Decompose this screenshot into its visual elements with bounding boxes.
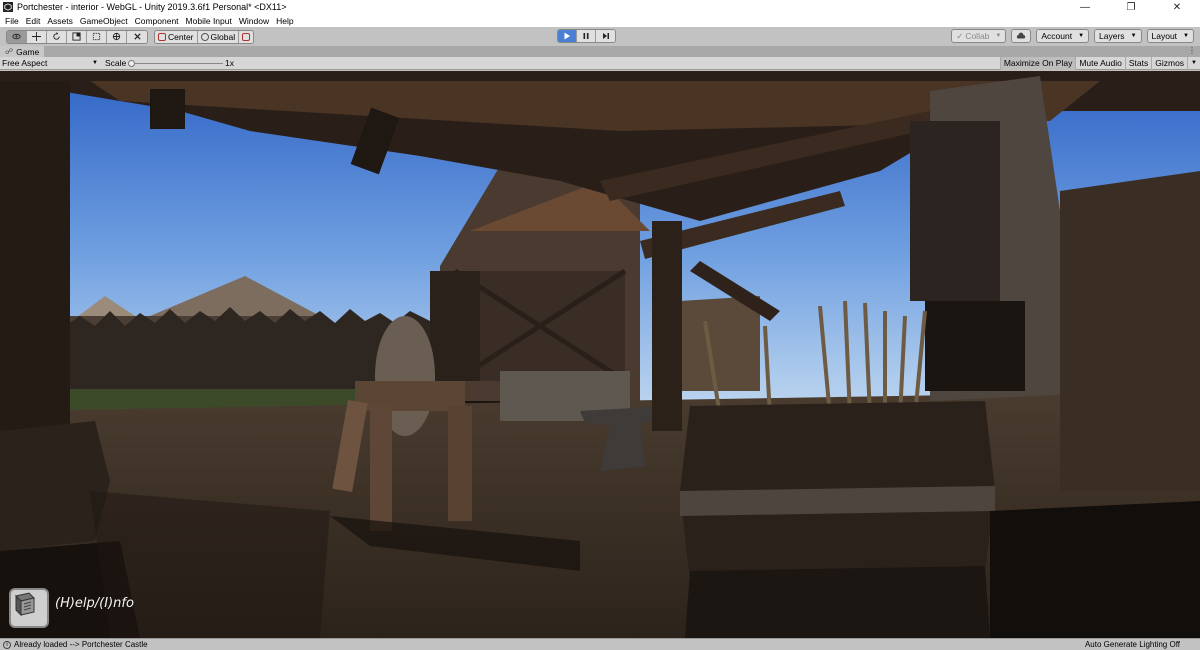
pivot-global-button[interactable]: Global bbox=[197, 30, 240, 43]
gamepad-icon: ☍ bbox=[5, 47, 14, 56]
layout-dropdown[interactable]: Layout ▼ bbox=[1146, 29, 1194, 43]
menu-component[interactable]: Component bbox=[133, 16, 184, 26]
scale-tool-button[interactable] bbox=[67, 30, 87, 43]
game-viewport[interactable]: (H)elp/(I)nfo bbox=[0, 71, 1200, 638]
snap-icon bbox=[242, 32, 251, 41]
pause-icon bbox=[583, 33, 589, 39]
menu-window[interactable]: Window bbox=[237, 16, 274, 26]
step-icon bbox=[602, 33, 609, 39]
barrel bbox=[680, 401, 995, 638]
help-info-label: (H)elp/(I)nfo bbox=[55, 596, 134, 611]
pivot-icon bbox=[158, 32, 166, 41]
globe-icon bbox=[200, 32, 209, 41]
rect-tool-button[interactable] bbox=[87, 30, 107, 43]
snap-toggle-button[interactable] bbox=[239, 30, 254, 43]
menu-help[interactable]: Help bbox=[274, 16, 298, 26]
transform-tools bbox=[6, 29, 148, 44]
maximize-on-play-toggle[interactable]: Maximize On Play bbox=[999, 56, 1076, 70]
move-tool-button[interactable] bbox=[27, 30, 47, 43]
chevron-down-icon: ▼ bbox=[1078, 33, 1085, 39]
rotate-icon bbox=[53, 32, 60, 40]
pivot-center-button[interactable]: Center bbox=[155, 30, 198, 43]
shadow bbox=[90, 491, 330, 638]
book-icon bbox=[15, 592, 35, 617]
unity-logo-icon bbox=[3, 2, 13, 12]
step-button[interactable] bbox=[596, 30, 615, 42]
scale-value: 1x bbox=[225, 58, 234, 68]
scale-slider-track[interactable] bbox=[128, 63, 223, 64]
chevron-down-icon: ▼ bbox=[995, 33, 1002, 39]
rotate-tool-button[interactable] bbox=[47, 30, 67, 43]
restore-button[interactable]: ❐ bbox=[1108, 0, 1154, 14]
game-view-bar: Free Aspect ▼ Scale 1x Maximize On Play … bbox=[0, 56, 1200, 70]
layers-dropdown[interactable]: Layers ▼ bbox=[1094, 29, 1142, 43]
aspect-dropdown[interactable]: Free Aspect ▼ bbox=[2, 58, 98, 68]
fence-right bbox=[680, 296, 760, 391]
play-icon bbox=[564, 32, 570, 40]
collab-label: Collab bbox=[965, 31, 990, 41]
playback-controls bbox=[557, 29, 616, 43]
help-book-icon[interactable] bbox=[9, 588, 49, 628]
menu-mobile-input[interactable]: Mobile Input bbox=[184, 16, 237, 26]
chevron-down-icon: ▼ bbox=[1130, 33, 1137, 39]
cloud-icon bbox=[1017, 32, 1026, 39]
tab-strip: ☍ Game ⋮ bbox=[0, 46, 1200, 57]
close-button[interactable]: ✕ bbox=[1154, 0, 1200, 14]
tab-game-label: Game bbox=[16, 46, 40, 57]
menu-assets[interactable]: Assets bbox=[45, 16, 78, 26]
pivot-toggles: Center Global bbox=[154, 29, 255, 44]
scale-slider-handle[interactable] bbox=[128, 60, 135, 67]
move-icon bbox=[32, 32, 41, 41]
menu-edit[interactable]: Edit bbox=[24, 16, 46, 26]
menu-file[interactable]: File bbox=[3, 16, 24, 26]
lighting-status: Auto Generate Lighting Off bbox=[1084, 640, 1180, 649]
status-bar: i Already loaded --> Portchester Castle … bbox=[0, 638, 1200, 650]
custom-tool-button[interactable] bbox=[127, 30, 147, 43]
chevron-down-icon: ▼ bbox=[92, 60, 98, 66]
cloud-button[interactable] bbox=[1011, 29, 1032, 43]
transform-icon bbox=[112, 32, 121, 41]
collab-dropdown[interactable]: ✓ Collab ▼ bbox=[951, 29, 1007, 43]
menu-bar: File Edit Assets GameObject Component Mo… bbox=[0, 14, 1200, 27]
center-post bbox=[652, 221, 682, 431]
view-tool-button[interactable] bbox=[7, 30, 27, 43]
scene-render bbox=[0, 71, 1200, 638]
account-dropdown[interactable]: Account ▼ bbox=[1036, 29, 1090, 43]
layout-label: Layout bbox=[1151, 31, 1178, 41]
chevron-down-icon: ▼ bbox=[1191, 60, 1197, 66]
scale-label: Scale bbox=[105, 58, 127, 68]
mute-audio-toggle[interactable]: Mute Audio bbox=[1075, 56, 1125, 70]
window-title: Portchester - interior - WebGL - Unity 2… bbox=[17, 2, 287, 12]
tab-menu-icon[interactable]: ⋮ bbox=[1188, 46, 1196, 55]
stats-toggle[interactable]: Stats bbox=[1124, 56, 1151, 70]
shadow bbox=[990, 501, 1200, 638]
minimize-button[interactable]: — bbox=[1062, 0, 1108, 14]
transform-tool-button[interactable] bbox=[107, 30, 127, 43]
chevron-down-icon: ▼ bbox=[1183, 33, 1189, 39]
pause-button[interactable] bbox=[577, 30, 596, 42]
pivot-label: Center bbox=[168, 31, 194, 42]
custom-tool-icon bbox=[133, 33, 141, 40]
layers-label: Layers bbox=[1099, 31, 1125, 41]
scale-icon bbox=[72, 32, 81, 41]
gizmos-dropdown[interactable]: ▼ bbox=[1187, 56, 1200, 70]
gizmos-toggle[interactable]: Gizmos bbox=[1151, 56, 1187, 70]
info-icon: i bbox=[3, 640, 11, 649]
check-icon: ✓ bbox=[956, 30, 964, 41]
aspect-label: Free Aspect bbox=[2, 58, 48, 68]
menu-gameobject[interactable]: GameObject bbox=[78, 16, 133, 26]
play-button[interactable] bbox=[558, 30, 577, 42]
rect-icon bbox=[92, 32, 101, 41]
account-label: Account bbox=[1041, 31, 1073, 41]
tab-game[interactable]: ☍ Game bbox=[0, 46, 45, 57]
space-label: Global bbox=[210, 31, 236, 42]
eye-icon bbox=[12, 33, 21, 40]
status-message[interactable]: Already loaded --> Portchester Castle bbox=[14, 640, 148, 649]
main-toolbar: Center Global ✓ Collab ▼ Account ▼ Layer… bbox=[0, 27, 1200, 46]
title-bar: Portchester - interior - WebGL - Unity 2… bbox=[0, 0, 1200, 14]
gizmos-label: Gizmos bbox=[1155, 58, 1185, 68]
